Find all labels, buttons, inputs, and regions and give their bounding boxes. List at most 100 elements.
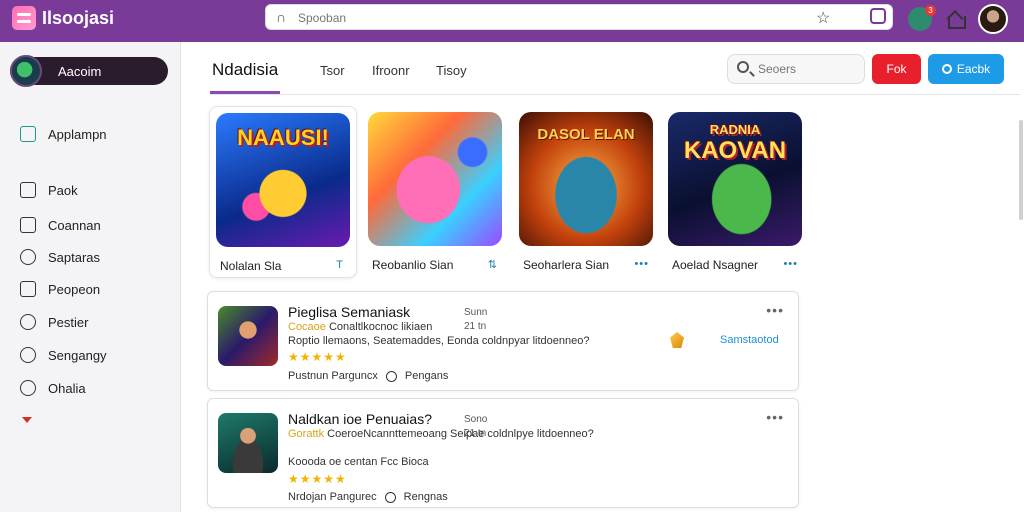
game-art-title: RADNIA KAOVAN — [668, 122, 802, 165]
content-search-input[interactable] — [758, 62, 858, 76]
red-action-button[interactable]: Fok — [872, 54, 921, 84]
rating-stars: ★★★★★ — [288, 350, 347, 364]
sidebar: Aacoim Applampn Paok Coannan Saptaras Pe… — [0, 42, 181, 512]
game-art-title-main: KAOVAN — [683, 137, 787, 164]
pen-icon — [20, 314, 36, 330]
game-card-label: Aoelad Nsagner — [672, 258, 759, 272]
comment-icon[interactable] — [384, 491, 396, 503]
search-icon: ∩ — [276, 9, 287, 25]
extension-icon[interactable] — [870, 8, 886, 24]
list-item-meta: Sono — [464, 414, 487, 425]
page-title: Ndadisia — [212, 60, 279, 79]
list-item-meta: Sunn — [464, 307, 487, 318]
app-name: Ilsoojasi — [42, 7, 115, 28]
blue-action-button[interactable]: Eacbk — [928, 54, 1004, 84]
sidebar-item-pestier[interactable]: Pestier — [20, 314, 88, 330]
rating-stars: ★★★★★ — [288, 472, 347, 486]
sidebar-item-label: Applampn — [48, 126, 107, 142]
sidebar-item-label: Coannan — [48, 217, 101, 233]
game-card[interactable]: RADNIA KAOVAN Aoelad Nsagner ••• — [662, 106, 810, 278]
global-search[interactable]: ∩ ☆ — [265, 4, 893, 30]
app-logo-icon — [12, 6, 36, 30]
list-item-meta-2: 21 tn — [464, 321, 487, 332]
game-card-label: Nolalan Sla — [220, 259, 282, 273]
user-avatar[interactable] — [978, 4, 1008, 34]
game-thumbnail: NAAUSI! — [216, 113, 350, 247]
comment-icon[interactable] — [385, 370, 397, 382]
game-card[interactable]: Reobanlio Sian ⇅ — [362, 106, 510, 278]
tab-tsor[interactable]: Tsor — [320, 63, 345, 78]
header-divider — [210, 94, 1020, 95]
list-icon — [20, 217, 36, 233]
list-item-title: Naldkan ioe Penuaias? — [288, 411, 432, 427]
list-item-footer-text: Nrdojan Pangurec — [288, 491, 377, 503]
brand[interactable]: Ilsoojasi — [12, 6, 114, 30]
game-card[interactable]: DASOL ELAN Seoharlera Sian ••• — [513, 106, 661, 278]
list-item-highlight: Koooda — [288, 456, 326, 468]
list-item[interactable]: Pieglisa Semaniask Sunn 21 tn Cocaoe Con… — [207, 291, 799, 391]
group-icon — [20, 347, 36, 363]
list-item-line: Cocaoe Conaltlkocnoc likiaen — [288, 321, 432, 333]
list-item-footer-text: Pengans — [404, 370, 449, 382]
search-icon — [737, 61, 749, 73]
sidebar-item-peopeon[interactable]: Peopeon — [20, 281, 100, 297]
sidebar-item-label: Paok — [48, 182, 78, 198]
notification-badge: 3 — [925, 5, 936, 16]
list-item-title: Pieglisa Semaniask — [288, 304, 411, 320]
game-art-title: NAAUSI! — [237, 125, 329, 150]
list-item-link[interactable]: Samstaotod — [720, 334, 779, 346]
blue-action-label: Eacbk — [956, 62, 991, 76]
list-item-footer-text: Pustnun Parguncx — [288, 370, 378, 382]
list-item-highlight: Cocaoe — [288, 321, 326, 333]
game-card-action[interactable]: ••• — [783, 258, 798, 270]
game-thumbnail: RADNIA KAOVAN — [668, 112, 802, 246]
list-item-line: Koooda oe centan Fcc Bioca — [288, 456, 429, 468]
list-item-meta-1: Sono — [464, 414, 488, 425]
sidebar-item-saptaras[interactable]: Saptaras — [20, 249, 100, 265]
user-name: Aacoim — [58, 64, 102, 79]
tab-ifroonr[interactable]: Ifroonr — [372, 63, 410, 78]
sidebar-item-label: Pestier — [48, 314, 89, 330]
sidebar-item-applampn[interactable]: Applampn — [20, 126, 107, 142]
sidebar-item-ohalia[interactable]: Ohalia — [20, 380, 86, 396]
content-search[interactable] — [727, 54, 865, 84]
bag-icon — [20, 182, 36, 198]
more-options-icon[interactable]: ••• — [766, 302, 784, 318]
game-card-label: Seoharlera Sian — [523, 258, 610, 272]
bookmark-star-icon[interactable]: ☆ — [816, 8, 830, 28]
user-profile-pill[interactable]: Aacoim — [10, 55, 168, 87]
list-item-text: Conaltlkocnoc likiaen — [328, 321, 433, 333]
game-card-action[interactable]: ••• — [634, 258, 649, 270]
home-icon[interactable] — [946, 10, 966, 29]
notifications-avatar-icon[interactable]: 3 — [908, 5, 936, 31]
list-item-thumbnail — [218, 306, 278, 366]
list-item-line: Roptio llemaons, Seatemaddes, Eonda cold… — [288, 335, 590, 347]
list-item-footer: Pustnun Parguncx Pengans — [288, 370, 448, 382]
list-item[interactable]: Naldkan ioe Penuaias? Sono 21 tn Gorattk… — [207, 398, 799, 508]
sidebar-item-sengangy[interactable]: Sengangy — [20, 347, 107, 363]
list-item-meta-1: Sunn — [464, 307, 488, 318]
game-art-title: DASOL ELAN — [537, 126, 635, 143]
list-item-footer-text: Rengnas — [403, 491, 448, 503]
game-card-action[interactable]: ⇅ — [488, 258, 498, 271]
global-search-input[interactable] — [298, 9, 778, 27]
game-card-action[interactable]: T — [336, 259, 344, 271]
more-options-icon[interactable]: ••• — [766, 409, 784, 425]
game-card[interactable]: NAAUSI! Nolalan Sla T — [209, 106, 357, 278]
settings-icon — [20, 249, 36, 265]
top-bar: Ilsoojasi ∩ ☆ 3 — [0, 0, 1024, 42]
sidebar-item-coannan[interactable]: Coannan — [20, 217, 101, 233]
sidebar-item-label: Peopeon — [48, 281, 101, 297]
sidebar-item-label: Sengangy — [48, 347, 107, 363]
sidebar-item-paok[interactable]: Paok — [20, 182, 78, 198]
list-item-text: CoeroeNcannttemeoang Seipae coldnlpye li… — [327, 428, 594, 440]
expand-more-icon[interactable] — [22, 417, 32, 423]
chat-icon — [20, 380, 36, 396]
store-icon — [20, 126, 36, 142]
list-item-thumbnail — [218, 413, 278, 473]
sidebar-item-label: Saptaras — [48, 249, 101, 265]
tab-tisoy[interactable]: Tisoy — [436, 63, 467, 78]
list-item-meta: 21 tn — [464, 321, 486, 332]
scrollbar[interactable] — [1019, 120, 1023, 220]
list-item-text: oe centan Fcc Bioca — [329, 456, 429, 468]
